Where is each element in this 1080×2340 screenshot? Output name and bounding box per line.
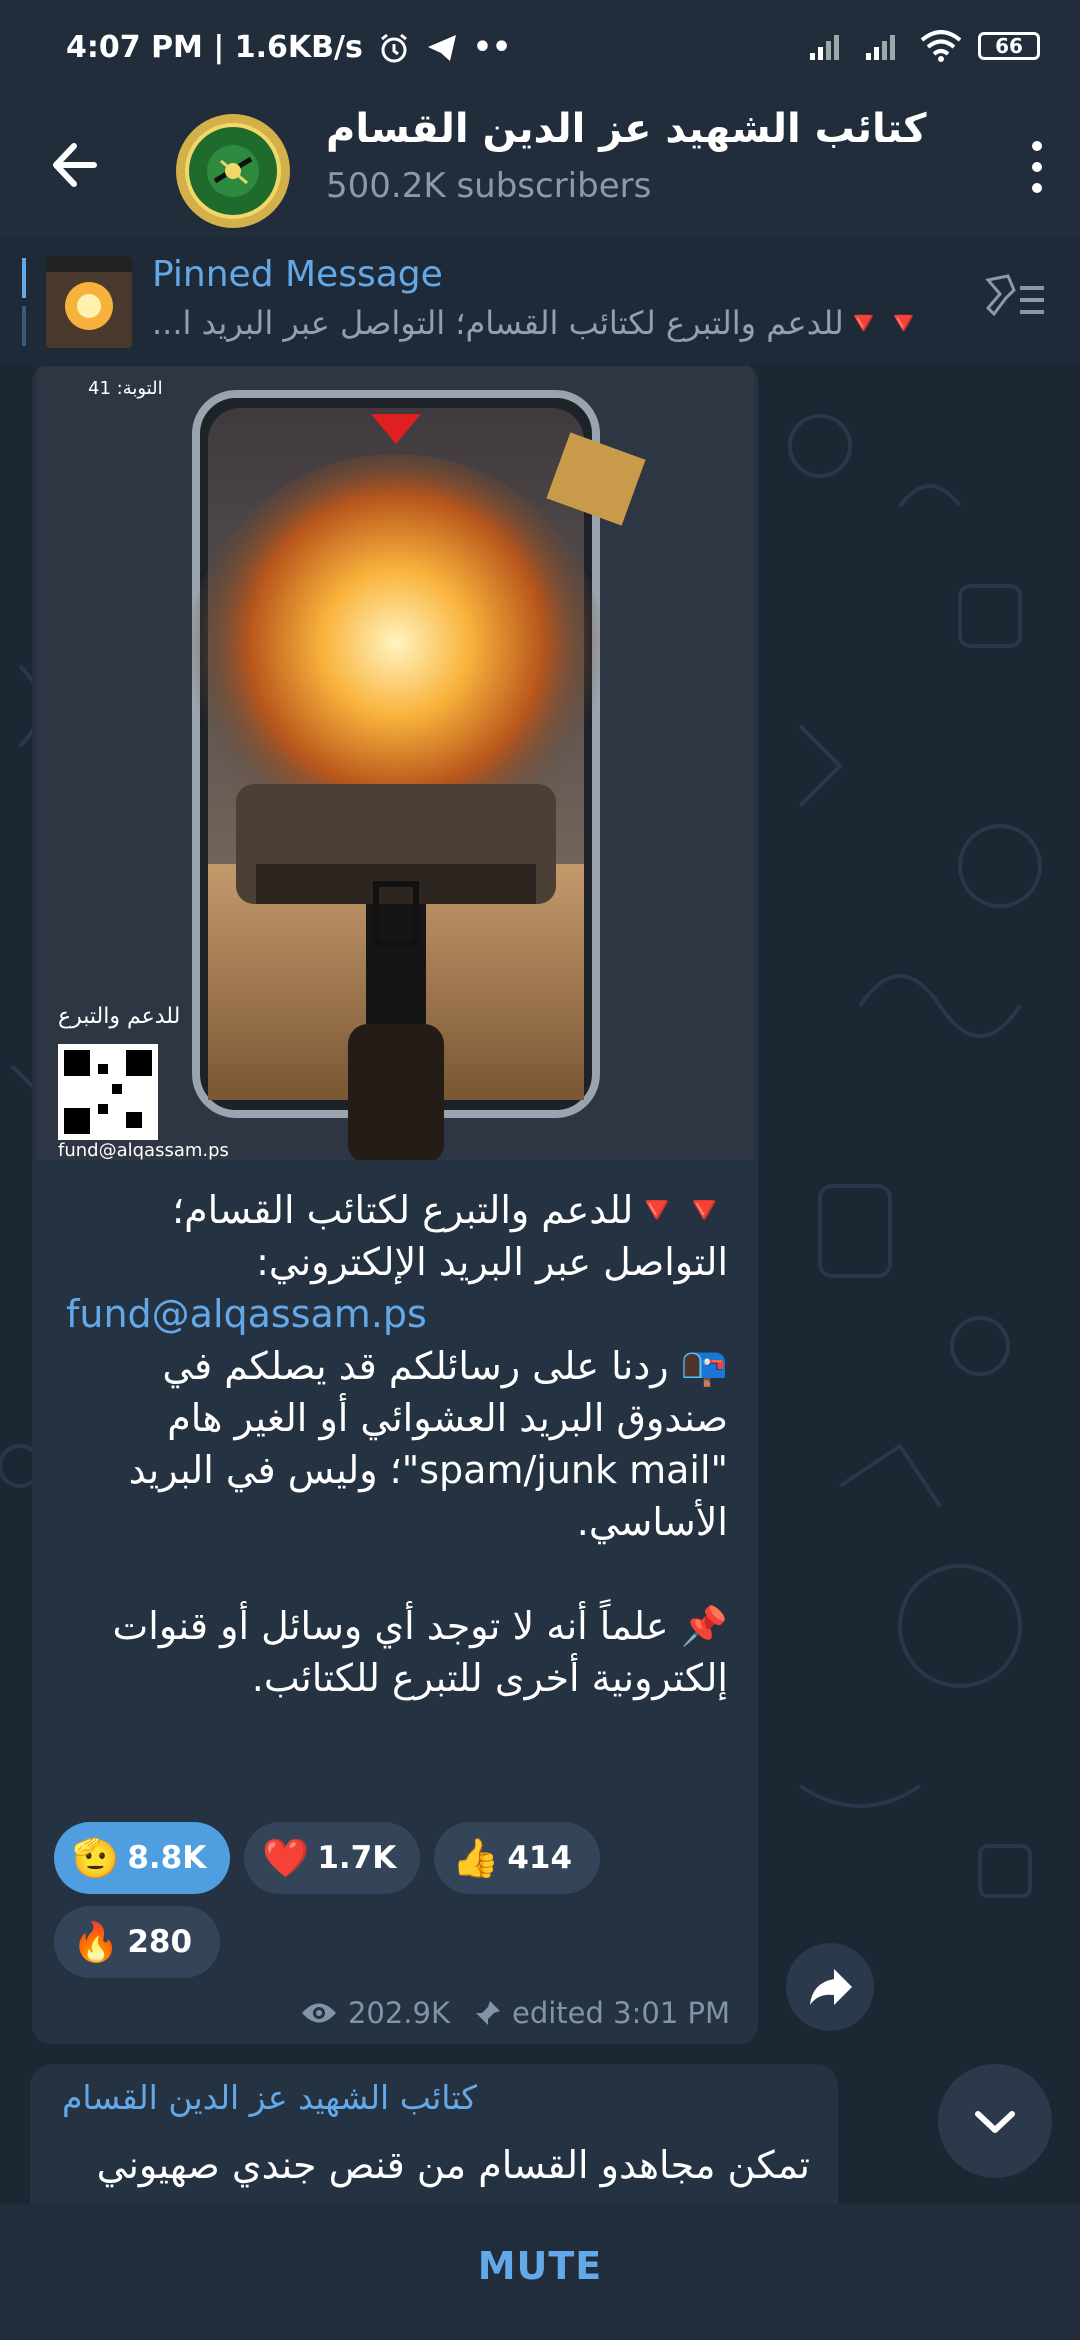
post-line-1: 🔻🔻للدعم والتبرع لكتائب القسام؛ [172,1188,728,1232]
bottom-bar: MUTE [0,2204,1080,2340]
pinned-list-icon[interactable] [980,268,1050,332]
post-line-2: التواصل عبر البريد الإلكتروني: [256,1240,728,1284]
reaction-heart[interactable]: ❤️ 1.7K [244,1822,420,1894]
eye-icon [301,2003,336,2023]
alarm-icon [380,33,407,62]
share-button[interactable] [786,1943,874,2031]
battery-icon: 66 [978,32,1040,60]
pin-icon [476,2001,500,2025]
image-caption: للدعم والتبرع [58,1004,181,1029]
channel-avatar[interactable] [176,114,290,228]
next-message-bubble[interactable]: كتائب الشهيد عز الدين القسام تمكن مجاهدو… [30,2064,838,2204]
wifi-icon [920,30,962,62]
reaction-count: 414 [507,1840,573,1876]
pinned-thumbnail [46,256,132,348]
post-meta: 202.9K edited 3:01 PM [32,1996,730,2030]
reaction-count: 1.7K [317,1840,397,1876]
pinned-indicator [22,258,26,346]
chat-header: كتائب الشهيد عز الدين القسام 500.2K subs… [0,100,1080,238]
back-arrow-icon[interactable] [42,130,112,200]
post-paragraph-3: 📌 علماً أنه لا توجد أي وسائل أو قنوات إل… [112,1604,729,1700]
subscriber-count: 500.2K subscribers [326,166,652,206]
channel-title[interactable]: كتائب الشهيد عز الدين القسام [326,106,927,152]
heart-icon: ❤️ [262,1835,310,1880]
status-dots: •• [472,30,512,65]
status-right: 66 [808,30,1040,62]
scroll-down-button[interactable] [938,2064,1052,2178]
edited-time: edited 3:01 PM [512,1996,730,2030]
post-paragraph-2: 📭 ردنا على رسائلكم قد يصلكم في صندوق الب… [128,1344,728,1544]
share-arrow-icon [810,1969,852,2005]
salute-icon: 🫡 [72,1835,120,1880]
signal-icon [810,35,839,60]
emblem-icon [207,145,259,197]
chevron-down-icon [975,2111,1015,2133]
fire-icon: 🔥 [72,1919,120,1964]
status-time: 4:07 PM | 1.6KB/s [66,30,363,65]
thumbs-up-icon: 👍 [452,1835,500,1880]
post-bubble[interactable]: للدعم والتبرع التوبة: 41 fund@alqassam.p… [32,366,758,2044]
post-text: 🔻🔻للدعم والتبرع لكتائب القسام؛ التواصل ع… [66,1184,728,1704]
status-left: 4:07 PM | 1.6KB/s •• [66,30,511,65]
reaction-fire[interactable]: 🔥 280 [54,1906,220,1978]
chat-area[interactable]: للدعم والتبرع التوبة: 41 fund@alqassam.p… [0,366,1080,2204]
telegram-icon [427,34,456,61]
pinned-preview: 🔻🔻للدعم والتبرع لكتائب القسام؛ التواصل ع… [152,304,924,342]
status-bar: 4:07 PM | 1.6KB/s •• 66 [0,0,1080,100]
reaction-count: 280 [127,1924,193,1960]
image-counter: التوبة: 41 [88,378,163,399]
message-author: كتائب الشهيد عز الدين القسام [62,2078,478,2117]
mute-button[interactable]: MUTE [0,2244,1080,2288]
reaction-salute[interactable]: 🫡 8.8K [54,1822,230,1894]
view-count: 202.9K [347,1996,450,2030]
image-email: fund@alqassam.ps [58,1140,229,1160]
reaction-thumbs-up[interactable]: 👍 414 [434,1822,600,1894]
reaction-count: 8.8K [127,1840,207,1876]
email-link[interactable]: fund@alqassam.ps [66,1288,728,1340]
explosion-thumb-icon [46,256,132,348]
logo-emblem [185,123,281,219]
pinned-title: Pinned Message [152,254,443,295]
more-options-icon[interactable] [1022,132,1052,202]
post-image[interactable]: للدعم والتبرع التوبة: 41 fund@alqassam.p… [36,366,754,1160]
poster-illustration [36,366,754,1160]
signal-icon-2 [866,35,895,60]
pinned-message-bar[interactable]: Pinned Message 🔻🔻للدعم والتبرع لكتائب ال… [0,238,1080,367]
message-text: تمكن مجاهدو القسام من قنص جندي صهيوني [96,2143,810,2187]
